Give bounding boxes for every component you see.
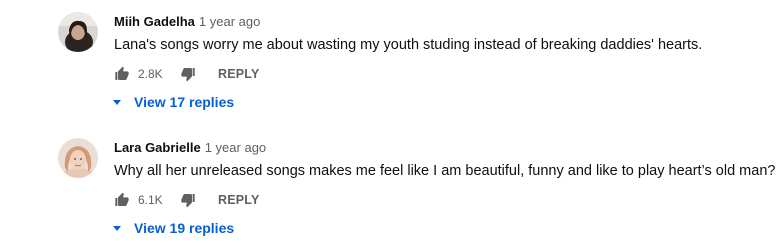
view-replies-button[interactable]: View 19 replies — [112, 218, 234, 238]
caret-down-icon — [113, 99, 121, 105]
view-replies-label: View 19 replies — [134, 220, 235, 236]
caret-down-icon — [113, 225, 121, 231]
like-count: 2.8K — [138, 67, 163, 81]
avatar[interactable] — [58, 138, 98, 178]
comment-text: Lana's songs worry me about wasting my y… — [114, 37, 703, 53]
timestamp[interactable]: 1 year ago — [199, 14, 260, 29]
view-replies-label: View 17 replies — [134, 94, 235, 110]
timestamp[interactable]: 1 year ago — [205, 140, 266, 155]
comment-header: Miih Gadelha 1 year ago — [114, 14, 260, 30]
thumbs-down-icon[interactable] — [180, 66, 196, 82]
author-name[interactable]: Lara Gabrielle — [114, 140, 201, 155]
thumbs-up-icon[interactable] — [114, 192, 130, 208]
comment-toolbar: 2.8K REPLY — [114, 64, 260, 84]
comment-toolbar: 6.1K REPLY — [114, 190, 260, 210]
comment-header: Lara Gabrielle 1 year ago — [114, 140, 266, 156]
comment-text: Why all her unreleased songs makes me fe… — [114, 163, 776, 179]
view-replies-button[interactable]: View 17 replies — [112, 92, 234, 112]
avatar[interactable] — [58, 12, 98, 52]
thumbs-down-icon[interactable] — [180, 192, 196, 208]
reply-button[interactable]: REPLY — [218, 67, 260, 81]
author-name[interactable]: Miih Gadelha — [114, 14, 195, 29]
reply-button[interactable]: REPLY — [218, 193, 260, 207]
thumbs-up-icon[interactable] — [114, 66, 130, 82]
like-count: 6.1K — [138, 193, 163, 207]
